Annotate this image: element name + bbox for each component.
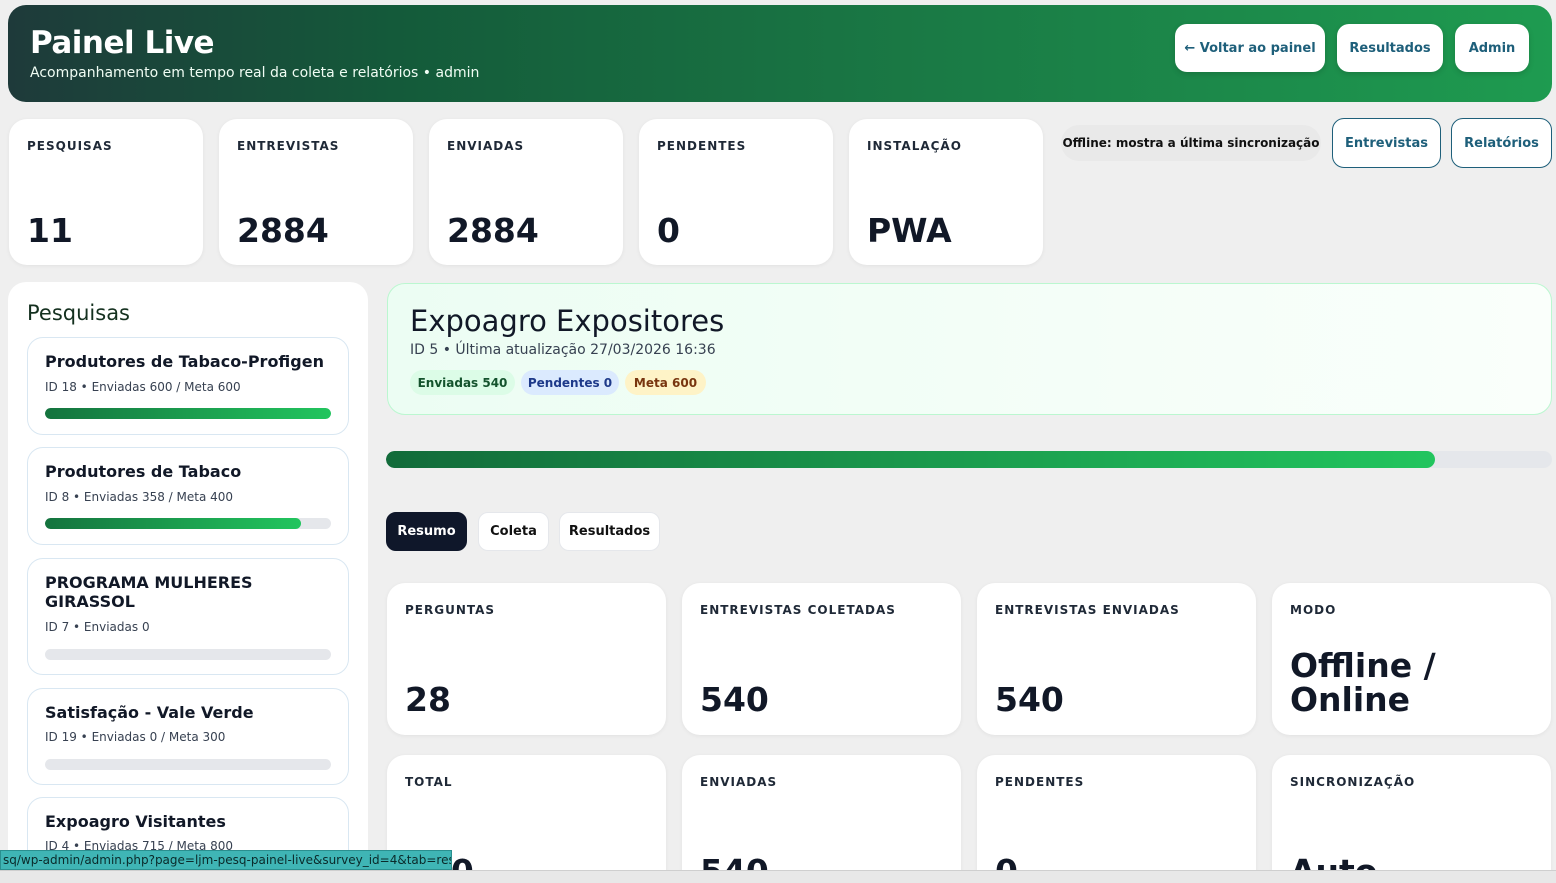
- selected-survey-title: Expoagro Expositores: [410, 304, 725, 338]
- metric-label: ENVIADAS: [700, 775, 778, 789]
- stat-label: PENDENTES: [657, 139, 747, 153]
- survey-name: Expoagro Visitantes: [45, 812, 226, 831]
- stat-label: PESQUISAS: [27, 139, 113, 153]
- stat-value: PWA: [867, 211, 952, 250]
- stat-value: 2884: [237, 211, 329, 250]
- selected-survey-subtitle: ID 5 • Última atualização 27/03/2026 16:…: [410, 342, 716, 358]
- reports-button[interactable]: Relatórios: [1451, 118, 1552, 168]
- status-bar-url: sq/wp-admin/admin.php?page=ljm-pesq-pain…: [0, 850, 452, 870]
- sidebar-title: Pesquisas: [27, 301, 131, 325]
- survey-progress-fill: [45, 408, 331, 419]
- survey-progress-bar: [45, 408, 331, 419]
- metric-card-entrevistas-enviadas: ENTREVISTAS ENVIADAS 540: [977, 583, 1256, 735]
- admin-button[interactable]: Admin: [1455, 24, 1529, 72]
- metric-value: 28: [405, 680, 451, 719]
- survey-progress-bar: [386, 451, 1552, 468]
- survey-meta: ID 18 • Enviadas 600 / Meta 600: [45, 380, 241, 394]
- metric-card-entrevistas-coletadas: ENTREVISTAS COLETADAS 540: [682, 583, 961, 735]
- survey-progress-fill: [45, 518, 301, 529]
- survey-progress-bar: [45, 518, 331, 529]
- survey-name: Produtores de Tabaco: [45, 462, 242, 481]
- survey-item[interactable]: Produtores de Tabaco ID 8 • Enviadas 358…: [27, 447, 349, 545]
- metric-label: SINCRONIZAÇÃO: [1290, 775, 1416, 789]
- stat-label: ENTREVISTAS: [237, 139, 340, 153]
- stat-label: INSTALAÇÃO: [867, 139, 962, 153]
- stat-card-pesquisas: PESQUISAS 11: [9, 119, 203, 265]
- survey-item[interactable]: Satisfação - Vale Verde ID 19 • Enviadas…: [27, 688, 349, 785]
- metric-label: ENTREVISTAS COLETADAS: [700, 603, 896, 617]
- survey-meta: ID 7 • Enviadas 0: [45, 620, 150, 634]
- survey-name: Satisfação - Vale Verde: [45, 703, 254, 722]
- window-bottom-strip: [0, 870, 1556, 883]
- metric-value: 540: [995, 680, 1064, 719]
- survey-meta: ID 19 • Enviadas 0 / Meta 300: [45, 730, 226, 744]
- stat-card-pendentes: PENDENTES 0: [639, 119, 833, 265]
- survey-item[interactable]: PROGRAMA MULHERES GIRASSOL ID 7 • Enviad…: [27, 558, 349, 675]
- sent-badge: Enviadas 540: [410, 370, 515, 395]
- stat-value: 11: [27, 211, 73, 250]
- metric-label: TOTAL: [405, 775, 453, 789]
- page-subtitle: Acompanhamento em tempo real da coleta e…: [30, 65, 480, 81]
- results-button[interactable]: Resultados: [1337, 24, 1443, 72]
- metric-value: Offline / Online: [1290, 646, 1436, 719]
- stat-card-entrevistas: ENTREVISTAS 2884: [219, 119, 413, 265]
- metric-card-modo: MODO Offline / Online: [1272, 583, 1551, 735]
- selected-survey-header: Expoagro Expositores ID 5 • Última atual…: [387, 283, 1552, 415]
- metric-card-perguntas: PERGUNTAS 28: [387, 583, 666, 735]
- survey-name: PROGRAMA MULHERES GIRASSOL: [45, 573, 253, 611]
- stat-value: 2884: [447, 211, 539, 250]
- goal-badge: Meta 600: [625, 370, 706, 395]
- metric-label: ENTREVISTAS ENVIADAS: [995, 603, 1180, 617]
- metric-label: MODO: [1290, 603, 1337, 617]
- metric-card-pendentes: PENDENTES 0: [977, 755, 1256, 883]
- metric-label: PERGUNTAS: [405, 603, 496, 617]
- metric-card-sincronizacao: SINCRONIZAÇÃO Auto: [1272, 755, 1551, 883]
- survey-sidebar: Pesquisas Produtores de Tabaco-Profigen …: [8, 282, 368, 883]
- offline-note: Offline: mostra a última sincronização: [1061, 125, 1321, 161]
- survey-meta: ID 8 • Enviadas 358 / Meta 400: [45, 490, 234, 504]
- stat-label: ENVIADAS: [447, 139, 525, 153]
- metric-card-enviadas: ENVIADAS 540: [682, 755, 961, 883]
- tab-resumo[interactable]: Resumo: [386, 512, 467, 551]
- stat-card-instalacao: INSTALAÇÃO PWA: [849, 119, 1043, 265]
- survey-progress-fill: [386, 451, 1436, 468]
- survey-progress-bar: [45, 649, 331, 660]
- metric-value: 540: [700, 680, 769, 719]
- survey-progress-bar: [45, 759, 331, 770]
- page-title: Painel Live: [30, 25, 215, 61]
- back-to-panel-button[interactable]: ← Voltar ao painel: [1175, 24, 1325, 72]
- tab-resultados[interactable]: Resultados: [559, 512, 660, 551]
- stat-card-enviadas: ENVIADAS 2884: [429, 119, 623, 265]
- stat-value: 0: [657, 211, 680, 250]
- pending-badge: Pendentes 0: [521, 370, 619, 395]
- tab-coleta[interactable]: Coleta: [478, 512, 549, 551]
- metric-label: PENDENTES: [995, 775, 1085, 789]
- survey-item[interactable]: Produtores de Tabaco-Profigen ID 18 • En…: [27, 337, 349, 435]
- survey-name: Produtores de Tabaco-Profigen: [45, 352, 324, 371]
- interviews-button[interactable]: Entrevistas: [1332, 118, 1441, 168]
